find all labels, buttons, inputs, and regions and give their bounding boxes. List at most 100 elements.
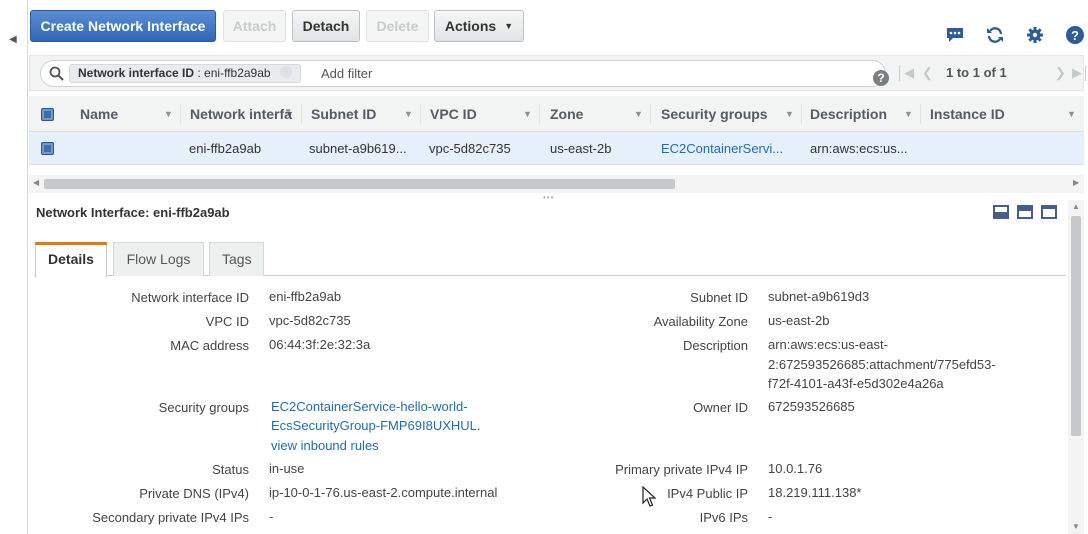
layout-top-icon[interactable] [1041, 205, 1057, 219]
pane-splitter[interactable]: ••• [28, 193, 1088, 202]
label-description: Description [682, 338, 748, 353]
layout-split-icon[interactable] [1017, 205, 1033, 219]
sort-icon[interactable]: ▼ [785, 109, 794, 119]
cell-description: arn:aws:ecs:us... [810, 141, 908, 156]
label-network-interface-id: Network interface ID [131, 290, 249, 305]
sort-icon[interactable]: ▼ [904, 109, 913, 119]
label-secondary-private-ips: Secondary private IPv4 IPs [92, 510, 249, 525]
scroll-left-icon[interactable]: ◀ [33, 178, 39, 187]
value-description-line1: arn:aws:ecs:us-east- [768, 337, 888, 352]
value-subnet-id: subnet-a9b619d3 [768, 289, 870, 304]
value-owner-id: 672593526685 [768, 399, 855, 414]
table-header: Name ▼ Network interfā ▼ Subnet ID ▼ VPC… [29, 96, 1084, 132]
column-divider [301, 104, 302, 124]
select-all-checkbox[interactable] [41, 108, 54, 121]
scroll-up-icon[interactable]: ▲ [1072, 202, 1080, 211]
label-security-groups: Security groups [158, 400, 249, 415]
scrollbar-thumb[interactable] [44, 179, 675, 189]
column-divider [920, 104, 921, 124]
cell-zone: us-east-2b [550, 141, 612, 156]
chevron-left-icon[interactable]: ◀ [9, 34, 17, 45]
actions-label: Actions [444, 18, 497, 34]
actions-button[interactable]: Actions ▼ [434, 10, 524, 42]
view-inbound-rules-link[interactable]: view inbound rules [271, 436, 379, 455]
search-input[interactable]: Network interface ID : eni-ffb2a9ab Add … [40, 60, 889, 87]
cell-subnet-id: subnet-a9b619... [309, 141, 407, 156]
label-status: Status [212, 462, 249, 477]
first-page-icon[interactable]: │◀ [896, 65, 914, 81]
column-header-security-groups[interactable]: Security groups [661, 106, 768, 122]
value-network-interface-id: eni-ffb2a9ab [269, 289, 342, 304]
toolbar: Create Network Interface Attach Detach D… [28, 8, 1088, 46]
value-mac-address: 06:44:3f:2e:32:3a [269, 337, 371, 352]
value-security-group-line1[interactable]: EC2ContainerService-hello-world- [271, 397, 468, 416]
column-header-network-interface[interactable]: Network interfā [190, 106, 292, 122]
detail-pane-title: Network Interface: eni-ffb2a9ab [36, 205, 230, 220]
column-header-vpc-id[interactable]: VPC ID [430, 106, 477, 122]
column-header-instance-id[interactable]: Instance ID [930, 106, 1005, 122]
tab-tags[interactable]: Tags [209, 242, 264, 276]
sort-icon[interactable]: ▼ [1067, 109, 1076, 119]
sort-icon[interactable]: ▼ [634, 109, 643, 119]
add-filter-placeholder[interactable]: Add filter [321, 66, 372, 81]
vertical-scrollbar[interactable]: ▲ ▼ [1068, 200, 1084, 534]
value-vpc-id: vpc-5d82c735 [269, 313, 351, 328]
cell-security-groups[interactable]: EC2ContainerServi... [661, 141, 783, 156]
gear-icon[interactable] [1024, 24, 1046, 46]
svg-text:?: ? [1071, 28, 1079, 43]
value-availability-zone: us-east-2b [768, 313, 830, 328]
sort-icon[interactable]: ▼ [404, 109, 413, 119]
chevron-down-icon: ▼ [504, 21, 514, 31]
filter-bar: Network interface ID : eni-ffb2a9ab Add … [29, 55, 1088, 91]
label-ipv4-public-ip: IPv4 Public IP [667, 486, 748, 501]
column-header-subnet-id[interactable]: Subnet ID [311, 106, 376, 122]
mouse-cursor-icon [642, 486, 656, 507]
column-header-description[interactable]: Description [810, 106, 887, 122]
tab-flow-logs[interactable]: Flow Logs [113, 242, 204, 276]
label-owner-id: Owner ID [693, 400, 748, 415]
prev-page-icon[interactable]: ❮ [922, 65, 933, 81]
horizontal-scrollbar[interactable]: ◀ ▶ [29, 175, 1084, 193]
layout-bottom-icon[interactable] [993, 205, 1009, 219]
security-group-suffix: . [476, 418, 481, 433]
value-description-line2: 2:672593526685:attachment/775efd53- [768, 357, 996, 372]
sort-icon[interactable]: ▼ [523, 109, 532, 119]
detach-button[interactable]: Detach [292, 10, 360, 42]
left-nav-collapse-strip[interactable]: ◀ [0, 0, 28, 534]
refresh-icon[interactable] [984, 24, 1006, 46]
delete-button[interactable]: Delete [366, 10, 429, 42]
scrollbar-thumb[interactable] [1071, 216, 1081, 436]
next-page-icon[interactable]: ❯ [1055, 65, 1066, 81]
search-icon [49, 66, 64, 81]
column-divider [650, 104, 651, 124]
attach-button[interactable]: Attach [223, 10, 286, 42]
drag-handle-icon[interactable]: ••• [543, 193, 554, 202]
help-icon[interactable]: ? [1064, 24, 1086, 46]
scroll-right-icon[interactable]: ▶ [1073, 178, 1079, 187]
row-checkbox[interactable] [41, 142, 54, 155]
cell-network-interface: eni-ffb2a9ab [189, 141, 262, 156]
sort-icon[interactable]: ▼ [164, 109, 173, 119]
detail-tabs: Details Flow Logs Tags [34, 242, 1066, 277]
security-group-link[interactable]: EcsSecurityGroup-FMP69I8UXHUL [271, 418, 477, 433]
sort-icon[interactable]: ▼ [285, 109, 294, 119]
filter-chip-key: Network interface ID [78, 66, 195, 80]
create-network-interface-button[interactable]: Create Network Interface [30, 10, 216, 42]
filter-chip[interactable]: Network interface ID : eni-ffb2a9ab [69, 64, 301, 83]
close-icon[interactable] [279, 66, 292, 78]
value-description-line3: f72f-4101-a43f-e5d302e4a26a [768, 376, 944, 391]
network-interfaces-table: Name ▼ Network interfā ▼ Subnet ID ▼ VPC… [29, 96, 1084, 165]
help-icon[interactable]: ? [873, 70, 889, 86]
label-mac-address: MAC address [170, 338, 249, 353]
column-divider [420, 104, 421, 124]
filter-chip-value: : eni-ffb2a9ab [197, 66, 271, 80]
column-header-zone[interactable]: Zone [550, 106, 583, 122]
scroll-down-icon[interactable]: ▼ [1072, 522, 1080, 531]
value-status: in-use [269, 461, 305, 476]
last-page-icon[interactable]: ▶│ [1072, 65, 1088, 81]
tab-details[interactable]: Details [35, 242, 107, 277]
table-row[interactable]: eni-ffb2a9ab subnet-a9b619... vpc-5d82c7… [29, 132, 1084, 165]
chat-icon[interactable] [944, 24, 966, 46]
column-header-name[interactable]: Name [80, 106, 118, 122]
value-security-group-line2[interactable]: EcsSecurityGroup-FMP69I8UXHUL. [271, 416, 481, 435]
